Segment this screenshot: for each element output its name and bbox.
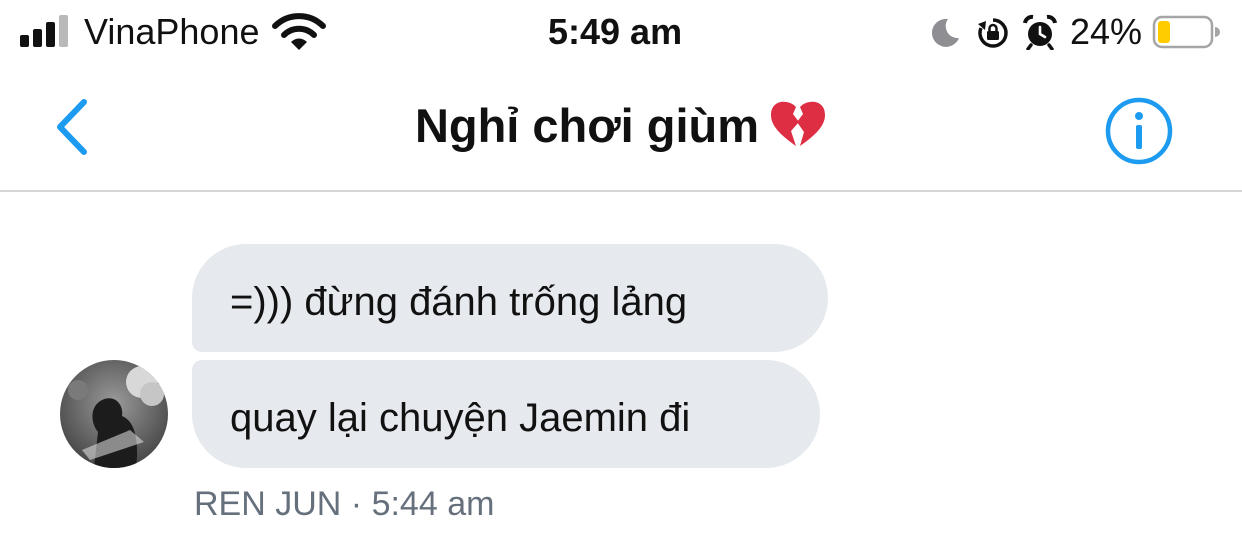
status-bar: VinaPhone 5:49 am 24% (0, 0, 1242, 66)
meta-separator: · (350, 485, 363, 523)
conversation-title-text: Nghỉ chơi giùm (414, 99, 760, 152)
battery-percentage: 24% (1070, 11, 1143, 52)
alarm-icon (1023, 14, 1057, 50)
message-bubble[interactable]: quay lại chuyện Jaemin đi (192, 360, 820, 468)
moon-icon (931, 18, 959, 47)
avatar-photo (60, 360, 168, 468)
sender-name: REN JUN (194, 485, 342, 523)
info-button[interactable] (1104, 96, 1174, 166)
message-meta: REN JUN · 5:44 am (194, 484, 494, 524)
carrier-name: VinaPhone (84, 11, 260, 52)
wifi-icon (272, 13, 326, 50)
avatar[interactable] (60, 360, 168, 468)
broken-heart-icon (771, 101, 826, 146)
message-time: 5:44 am (371, 485, 495, 523)
status-time: 5:49 am (548, 11, 683, 52)
dm-conversation-screen: VinaPhone 5:49 am 24% Nghỉ chơi giùm =))… (0, 0, 1242, 538)
message-bubble[interactable]: =))) đừng đánh trống lảng (192, 244, 828, 352)
battery-icon (1152, 15, 1220, 49)
signal-icon (20, 13, 72, 47)
conversation-header: Nghỉ chơi giùm (0, 66, 1242, 192)
conversation-title: Nghỉ chơi giùm (0, 98, 1242, 154)
orientation-lock-icon (978, 18, 1008, 48)
